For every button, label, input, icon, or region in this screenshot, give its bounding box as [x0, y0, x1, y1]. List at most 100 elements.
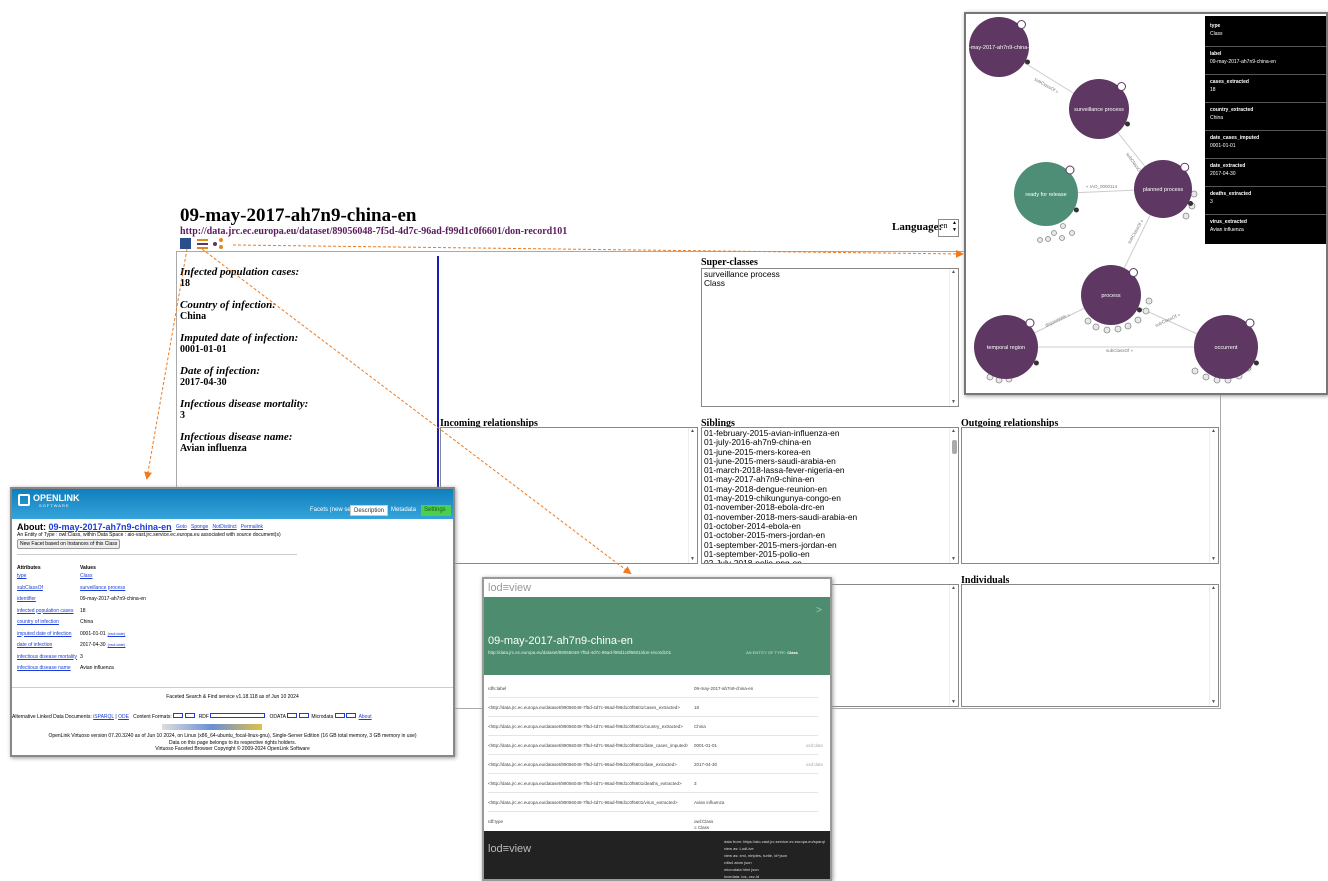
alt-docs-label: Alternative Linked Data Documents: — [12, 714, 92, 720]
openlink-logo-icon — [18, 494, 30, 506]
node-handle-icon[interactable] — [1129, 268, 1138, 277]
tab-metadata[interactable]: Metadata — [388, 505, 419, 516]
property-value: Avian influenza — [1210, 227, 1244, 233]
graph-window: subClassOf » subClassOf » « IAO_0000114 sub… — [964, 12, 1328, 395]
lodview-row: <http://data.jrc.ec.europa.eu/dataset/89… — [488, 717, 818, 736]
badges — [162, 724, 262, 730]
graph-node-label: process — [1101, 293, 1121, 299]
goto-link[interactable]: Goto — [176, 524, 187, 530]
openlink-brand-sub: SOFTWARE — [39, 503, 70, 508]
isparql-link[interactable]: iSPARQL — [93, 714, 114, 720]
lodview-logo: lod≡view — [488, 582, 532, 594]
property-key: virus_extracted — [1210, 219, 1247, 225]
footer-line[interactable]: lovedata: ios, csv-ld — [724, 873, 825, 879]
attribute-link[interactable]: infected population cases — [17, 608, 73, 614]
property-link[interactable]: <http://data.jrc.ec.europa.eu/dataset/89… — [488, 724, 683, 729]
attribute-link[interactable]: identifier — [17, 596, 36, 602]
property-entry: country_extracted China — [1210, 106, 1325, 122]
lodview-row: rdfs:label 09-may-2017-ah7n9-china-en — [488, 679, 818, 698]
new-facet-button[interactable]: New Facet based on Instances of this Cla… — [17, 539, 121, 549]
node-count-icon[interactable] — [1137, 307, 1142, 313]
lodview-row: <http://data.jrc.ec.europa.eu/dataset/89… — [488, 755, 823, 774]
property-key: deaths_extracted — [1210, 191, 1252, 197]
property-value: 18 — [1210, 87, 1216, 93]
datatype-link[interactable]: (xsd:date) — [108, 631, 126, 636]
attribute-link[interactable]: infectious disease mortality — [17, 654, 77, 660]
node-handle-icon[interactable] — [1025, 318, 1035, 328]
sponge-link[interactable]: Sponge — [191, 524, 208, 530]
graph-edge-label: disjointWith » — [1044, 312, 1071, 328]
lodview-window: lod≡view > 09-may-2017-ah7n9-china-en ht… — [482, 577, 832, 881]
node-handle-icon[interactable] — [1017, 20, 1026, 29]
ode-link[interactable]: ODE — [118, 714, 129, 720]
about-title-link[interactable]: 09-may-2017-ah7n9-china-en — [49, 522, 172, 532]
properties-panel: type Class label 09-may-2017-ah7n9-china-en… — [1205, 16, 1326, 244]
graph-node-label: planned process — [1143, 187, 1184, 193]
value-note[interactable]: ≡ Class — [694, 825, 709, 830]
graph-node-label: 09-may-2017-ah7n9-china-en — [966, 45, 1035, 51]
node-count-icon[interactable] — [1033, 360, 1039, 366]
footer-line[interactable]: rdfa4 atom json — [724, 859, 825, 866]
property-entry: type Class — [1210, 22, 1325, 38]
footer-line[interactable]: microdata html json — [724, 866, 825, 873]
property-value: 3 — [1210, 199, 1213, 205]
node-handle-icon[interactable] — [1180, 162, 1190, 172]
property-link[interactable]: <http://data.jrc.ec.europa.eu/dataset/89… — [488, 800, 678, 805]
lodview-row: <http://data.jrc.ec.europa.eu/dataset/89… — [488, 793, 818, 812]
attribute-value[interactable]: surveillance process — [80, 585, 125, 591]
tab-description[interactable]: Description — [350, 505, 389, 516]
footer-line[interactable]: view as: xml, ntriples, turtle, ld+json — [724, 852, 825, 859]
property-value: 0001-01-01 — [694, 743, 718, 748]
attribute-value-row: Class — [80, 573, 93, 579]
property-link[interactable]: <http://data.jrc.ec.europa.eu/dataset/89… — [488, 762, 677, 767]
graph-node-label: ready for release — [1025, 192, 1066, 198]
node-count-icon[interactable] — [1073, 207, 1079, 213]
property-link[interactable]: <http://data.jrc.ec.europa.eu/dataset/89… — [488, 743, 688, 748]
graph-edge-label: subClassOf » — [1034, 77, 1060, 95]
attribute-value: 18 — [80, 607, 86, 614]
attribute-value-row: 0001-01-01 (xsd:date) — [80, 631, 125, 637]
attribute-link[interactable]: country of infection — [17, 619, 59, 625]
property-divider — [1205, 46, 1326, 47]
type-value[interactable]: Class — [787, 650, 798, 655]
node-count-icon[interactable] — [1025, 59, 1030, 65]
permalink-link[interactable]: Permalink — [241, 524, 263, 530]
attribute-value: China — [80, 619, 94, 625]
property-link[interactable]: rdf:type — [488, 819, 503, 824]
tab-settings[interactable]: Settings — [421, 505, 451, 516]
node-handle-icon[interactable] — [1117, 82, 1126, 91]
graph-edge-label: subClassOf » — [1106, 348, 1134, 353]
notdistinct-link[interactable]: NotDistinct — [212, 524, 236, 530]
property-link[interactable]: rdfs:label — [488, 686, 506, 691]
attribute-value: 3 — [80, 653, 83, 660]
graph-node-label: occurrent — [1215, 345, 1238, 351]
type-label: AN ENTITY OF TYPE: — [746, 650, 787, 655]
attribute-link[interactable]: date of infection — [17, 642, 52, 648]
about-prefix: About: — [17, 522, 46, 532]
property-link[interactable]: <http://data.jrc.ec.europa.eu/dataset/89… — [488, 781, 682, 786]
attribute-link[interactable]: imputed date of infection — [17, 631, 71, 637]
footer-line[interactable]: view as: LodLive — [724, 845, 825, 852]
attribute-link[interactable]: type — [17, 573, 26, 579]
attribute-link[interactable]: infectious disease name — [17, 665, 71, 671]
value-note[interactable]: xsd:date — [806, 762, 823, 767]
footer-line[interactable]: data from: https://aio-vast.jrc.service.… — [724, 838, 825, 845]
lodview-title: 09-may-2017-ah7n9-china-en — [488, 635, 633, 647]
node-count-icon[interactable] — [1253, 360, 1259, 366]
property-value: China — [694, 724, 706, 729]
expand-icon[interactable]: > — [816, 605, 822, 616]
property-divider — [1205, 74, 1326, 75]
lodview-uri[interactable]: http://data.jrc.ec.europa.eu/dataset/890… — [488, 650, 671, 655]
node-handle-icon[interactable] — [1245, 318, 1255, 328]
attribute-value[interactable]: Class — [80, 573, 93, 579]
node-count-icon[interactable] — [1125, 121, 1130, 127]
node-count-icon[interactable] — [1188, 201, 1194, 206]
value-note[interactable]: xsd:date — [806, 743, 823, 748]
about-link[interactable]: About — [359, 714, 372, 720]
attribute-link[interactable]: subClassOf — [17, 585, 43, 591]
node-handle-icon[interactable] — [1065, 165, 1075, 175]
property-key: type — [1210, 23, 1221, 29]
property-value: 18 — [694, 705, 700, 710]
datatype-link[interactable]: (xsd:date) — [108, 642, 126, 647]
property-link[interactable]: <http://data.jrc.ec.europa.eu/dataset/89… — [488, 705, 680, 710]
